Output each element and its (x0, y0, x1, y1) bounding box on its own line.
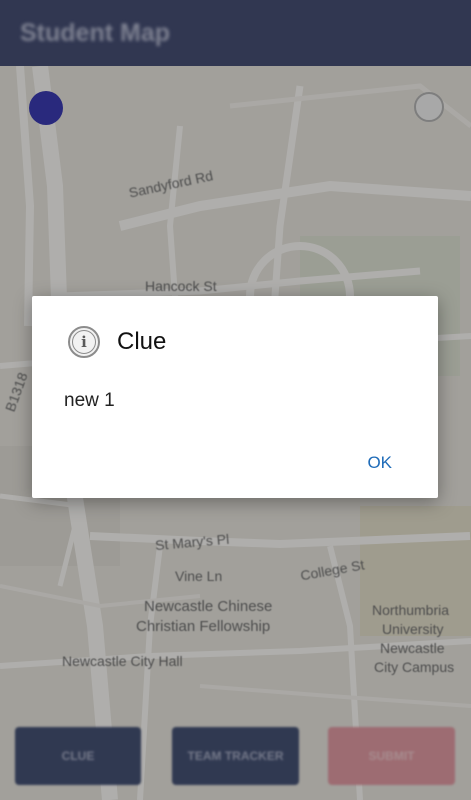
info-icon: i (68, 326, 100, 358)
dialog-title: Clue (117, 328, 167, 355)
ok-button[interactable]: OK (367, 453, 392, 473)
dialog-header: i Clue (68, 326, 166, 358)
app-screen: Student Map Hancock St Sandyford Rd St M… (0, 0, 471, 800)
clue-dialog: i Clue new 1 OK (32, 296, 438, 498)
dialog-message: new 1 (64, 390, 115, 411)
